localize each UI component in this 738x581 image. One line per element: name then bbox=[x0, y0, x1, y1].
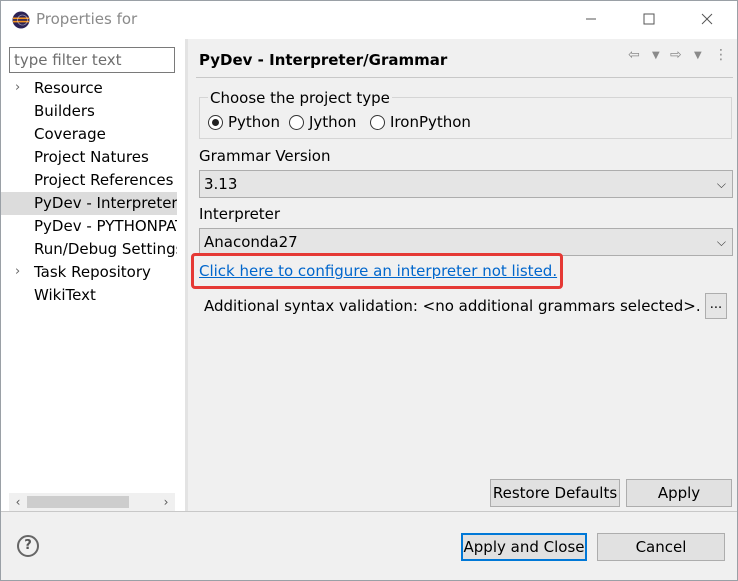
property-tree: › Resource Builders Coverage Project Nat… bbox=[1, 77, 177, 307]
sidebar-item-pydev-interpreter[interactable]: PyDev - Interpreter/Grammar bbox=[1, 192, 177, 215]
sidebar-item-resource[interactable]: › Resource bbox=[1, 77, 177, 100]
eclipse-icon bbox=[12, 11, 30, 29]
sidebar-item-project-references[interactable]: Project References bbox=[1, 169, 177, 192]
interpreter-label: Interpreter bbox=[199, 205, 281, 223]
title-bar: Properties for bbox=[1, 1, 737, 39]
sidebar-item-label: PyDev - Interpreter/Grammar bbox=[34, 194, 177, 212]
page-title: PyDev - Interpreter/Grammar bbox=[199, 51, 448, 69]
sidebar-item-coverage[interactable]: Coverage bbox=[1, 123, 177, 146]
restore-defaults-button[interactable]: Restore Defaults bbox=[490, 479, 620, 507]
apply-and-close-button[interactable]: Apply and Close bbox=[461, 533, 587, 561]
scroll-left-icon[interactable]: ‹ bbox=[9, 493, 27, 511]
dialog-footer: ? Apply and Close Cancel bbox=[1, 512, 737, 580]
expand-arrow-icon[interactable]: › bbox=[15, 261, 20, 283]
minimize-button[interactable] bbox=[571, 5, 611, 35]
expand-arrow-icon[interactable]: › bbox=[15, 77, 20, 99]
sidebar-item-label: Builders bbox=[34, 102, 95, 120]
sidebar-item-label: Resource bbox=[34, 79, 103, 97]
maximize-icon bbox=[643, 13, 655, 25]
properties-dialog: Properties for › Resource Builders Cover… bbox=[0, 0, 738, 581]
chevron-down-icon: ⌵ bbox=[716, 177, 726, 191]
scrollbar-thumb[interactable] bbox=[27, 496, 129, 508]
radio-unchecked-icon[interactable] bbox=[289, 115, 304, 130]
radio-checked-icon[interactable] bbox=[208, 115, 223, 130]
sidebar-item-run-debug-settings[interactable]: Run/Debug Settings bbox=[1, 238, 177, 261]
sidebar-item-task-repository[interactable]: › Task Repository bbox=[1, 261, 177, 284]
cancel-button[interactable]: Cancel bbox=[597, 533, 725, 561]
project-type-group: Choose the project type Python Jython Ir… bbox=[199, 89, 732, 139]
close-icon bbox=[701, 13, 713, 25]
sidebar-item-project-natures[interactable]: Project Natures bbox=[1, 146, 177, 169]
page-navigation: ⇦ ▼ ⇨ ▼ ⋮ bbox=[628, 47, 728, 69]
property-page: PyDev - Interpreter/Grammar ⇦ ▼ ⇨ ▼ ⋮ Ch… bbox=[188, 39, 737, 511]
back-dropdown-icon[interactable]: ▼ bbox=[652, 50, 660, 61]
project-type-legend: Choose the project type bbox=[208, 89, 392, 107]
sidebar-item-label: Run/Debug Settings bbox=[34, 240, 177, 258]
radio-label: IronPython bbox=[390, 113, 471, 131]
sidebar-item-pydev-pythonpath[interactable]: PyDev - PYTHONPATH bbox=[1, 215, 177, 238]
sidebar-item-wikitext[interactable]: WikiText bbox=[1, 284, 177, 307]
syntax-validation-text: Additional syntax validation: <no additi… bbox=[204, 297, 701, 315]
syntax-validation-button[interactable]: ... bbox=[705, 293, 727, 319]
grammar-version-label: Grammar Version bbox=[199, 147, 331, 165]
maximize-button[interactable] bbox=[629, 5, 669, 35]
grammar-version-value: 3.13 bbox=[204, 175, 238, 193]
back-arrow-icon[interactable]: ⇦ bbox=[628, 47, 640, 63]
sidebar-item-label: Coverage bbox=[34, 125, 106, 143]
minimize-icon bbox=[586, 18, 596, 20]
chevron-down-icon: ⌵ bbox=[716, 235, 726, 249]
scroll-right-icon[interactable]: › bbox=[157, 493, 175, 511]
sidebar-item-label: Project Natures bbox=[34, 148, 149, 166]
filter-input[interactable] bbox=[9, 47, 175, 73]
radio-label: Jython bbox=[309, 113, 357, 131]
header-divider bbox=[196, 77, 733, 78]
grammar-version-select[interactable]: 3.13 ⌵ bbox=[199, 170, 733, 198]
apply-button[interactable]: Apply bbox=[626, 479, 732, 507]
properties-sidebar: › Resource Builders Coverage Project Nat… bbox=[1, 39, 185, 511]
sidebar-item-label: Project References bbox=[34, 171, 174, 189]
horizontal-scrollbar[interactable]: ‹ › bbox=[9, 493, 175, 511]
configure-interpreter-link[interactable]: Click here to configure an interpreter n… bbox=[199, 262, 557, 280]
radio-label: Python bbox=[228, 113, 280, 131]
sidebar-item-builders[interactable]: Builders bbox=[1, 100, 177, 123]
close-button[interactable] bbox=[687, 5, 727, 35]
window-title: Properties for bbox=[36, 10, 138, 28]
forward-arrow-icon[interactable]: ⇨ bbox=[670, 47, 682, 63]
radio-unchecked-icon[interactable] bbox=[370, 115, 385, 130]
sidebar-item-label: Task Repository bbox=[34, 263, 151, 281]
sidebar-item-label: PyDev - PYTHONPATH bbox=[34, 217, 177, 235]
interpreter-select[interactable]: Anaconda27 ⌵ bbox=[199, 228, 733, 256]
interpreter-value: Anaconda27 bbox=[204, 233, 298, 251]
forward-dropdown-icon[interactable]: ▼ bbox=[694, 50, 702, 61]
help-icon[interactable]: ? bbox=[17, 535, 39, 557]
sidebar-item-label: WikiText bbox=[34, 286, 96, 304]
view-menu-icon[interactable]: ⋮ bbox=[714, 47, 728, 63]
